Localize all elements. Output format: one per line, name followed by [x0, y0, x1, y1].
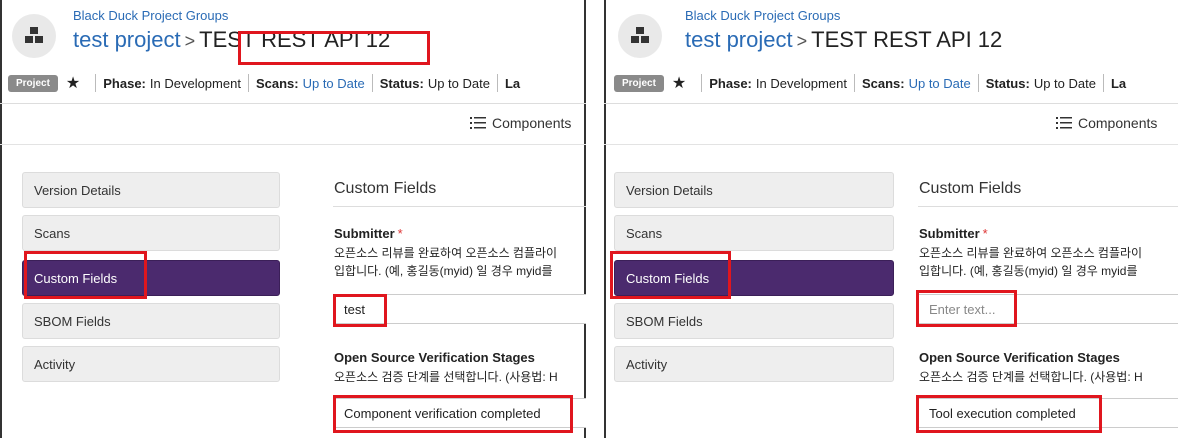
- cubes-icon: [631, 27, 649, 43]
- sidebar-item-version-details[interactable]: Version Details: [614, 172, 894, 208]
- status-label: Status:: [985, 75, 1030, 91]
- highlight-box-submitter-input: [916, 290, 1017, 327]
- page-title: test project > TEST REST API 12: [685, 27, 1002, 53]
- highlight-box-stages-select: [916, 395, 1102, 433]
- components-tab-label: Components: [1078, 115, 1158, 131]
- project-name-link[interactable]: test project: [685, 27, 793, 52]
- submitter-description: 오픈소스 리뷰를 완료하여 오픈소스 컴플라이 입합니다. (예, 홍길동(my…: [334, 246, 558, 278]
- highlight-box-stages-select: [333, 395, 573, 433]
- phase-label: Phase:: [103, 75, 146, 91]
- stages-label: Open Source Verification Stages: [334, 350, 535, 365]
- last-label: La: [1110, 75, 1127, 91]
- sidebar-item-sbom-fields[interactable]: SBOM Fields: [614, 303, 894, 339]
- highlight-box-custom-fields: [610, 251, 731, 299]
- stages-description: 오픈소스 검증 단계를 선택합니다. (사용법: H: [919, 370, 1143, 384]
- sidebar-item-scans[interactable]: Scans: [614, 215, 894, 251]
- sidebar-item-scans[interactable]: Scans: [22, 215, 280, 251]
- sidebar-item-activity[interactable]: Activity: [22, 346, 280, 382]
- status-label: Status:: [379, 75, 424, 91]
- submitter-description: 오픈소스 리뷰를 완료하여 오픈소스 컴플라이 입합니다. (예, 홍길동(my…: [919, 246, 1143, 278]
- project-badge: Project: [614, 74, 664, 92]
- phase-value: In Development: [755, 75, 847, 91]
- divider: [0, 103, 586, 104]
- project-group-link[interactable]: Black Duck Project Groups: [685, 8, 840, 23]
- project-header: Black Duck Project Groups test project > T…: [604, 0, 1178, 148]
- section-title: Custom Fields: [334, 180, 437, 197]
- scans-label: Scans:: [861, 75, 905, 91]
- highlight-box-version-name: [238, 31, 430, 65]
- phase-value: In Development: [149, 75, 241, 91]
- required-mark: *: [397, 226, 403, 241]
- divider: [604, 103, 1178, 104]
- project-group-avatar: [12, 14, 56, 58]
- stages-description: 오픈소스 검증 단계를 선택합니다. (사용법: H: [334, 370, 558, 384]
- breadcrumb-separator: >: [184, 31, 196, 51]
- scans-value-link[interactable]: Up to Date: [303, 76, 365, 91]
- status-value: Up to Date: [427, 75, 490, 91]
- project-group-link[interactable]: Black Duck Project Groups: [73, 8, 228, 23]
- cubes-icon: [25, 27, 43, 43]
- version-name: TEST REST API 12: [811, 27, 1003, 52]
- components-tab[interactable]: Components: [470, 115, 571, 131]
- highlight-box-submitter-input: [333, 294, 387, 327]
- stages-label: Open Source Verification Stages: [919, 350, 1120, 365]
- version-meta-bar: Project ★ Phase: In Development Scans: Up …: [8, 72, 524, 94]
- divider: [0, 144, 586, 145]
- last-label: La: [504, 75, 521, 91]
- submitter-label: Submitter *: [334, 226, 403, 241]
- sidebar-item-version-details[interactable]: Version Details: [22, 172, 280, 208]
- scans-value-link[interactable]: Up to Date: [909, 76, 971, 91]
- divider: [918, 206, 1178, 207]
- version-meta-bar: Project ★ Phase: In Development Scans: Up …: [614, 72, 1130, 94]
- divider: [333, 206, 586, 207]
- divider: [604, 144, 1178, 145]
- breadcrumb-separator: >: [796, 31, 808, 51]
- status-value: Up to Date: [1033, 75, 1096, 91]
- project-name-link[interactable]: test project: [73, 27, 181, 52]
- project-group-avatar: [618, 14, 662, 58]
- star-icon[interactable]: ★: [672, 73, 686, 93]
- submitter-label: Submitter *: [919, 226, 988, 241]
- required-mark: *: [982, 226, 988, 241]
- highlight-box-custom-fields: [24, 251, 147, 299]
- components-tab[interactable]: Components: [1056, 115, 1157, 131]
- scans-label: Scans:: [255, 75, 299, 91]
- list-icon: [470, 117, 486, 129]
- project-badge: Project: [8, 74, 58, 92]
- phase-label: Phase:: [709, 75, 752, 91]
- star-icon[interactable]: ★: [66, 73, 80, 93]
- section-title: Custom Fields: [919, 180, 1022, 197]
- sidebar-item-activity[interactable]: Activity: [614, 346, 894, 382]
- left-screenshot-panel: Black Duck Project Groups test project > T…: [0, 0, 586, 438]
- list-icon: [1056, 117, 1072, 129]
- right-screenshot-panel: Black Duck Project Groups test project > T…: [604, 0, 1178, 438]
- components-tab-label: Components: [492, 115, 572, 131]
- sidebar-item-sbom-fields[interactable]: SBOM Fields: [22, 303, 280, 339]
- project-header: Black Duck Project Groups test project > T…: [0, 0, 586, 148]
